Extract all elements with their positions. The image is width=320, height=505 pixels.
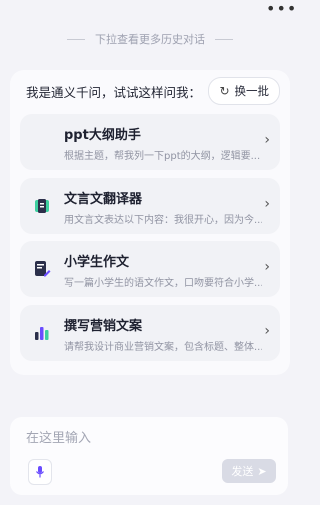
send-button[interactable]: 发送 ➤ bbox=[222, 459, 276, 483]
prompt-desc: 请帮我设计商业营销文案，包含标题、整体... bbox=[64, 342, 262, 353]
chat-input[interactable]: 在这里输入 bbox=[26, 427, 91, 446]
paper-plane-icon: ➤ bbox=[257, 464, 267, 478]
chevron-right-icon: › bbox=[264, 259, 270, 275]
divider-right bbox=[215, 38, 233, 40]
refresh-label: 换一批 bbox=[234, 84, 270, 98]
history-hint-text: 下拉查看更多历史对话 bbox=[95, 33, 205, 46]
chevron-right-icon: › bbox=[264, 196, 270, 212]
prompt-desc: 根据主题，帮我列一下ppt的大纲，逻辑要... bbox=[64, 151, 261, 162]
prompt-item-marketing-copy[interactable]: 撰写营销文案 请帮我设计商业营销文案，包含标题、整体... › bbox=[20, 305, 280, 361]
chevron-right-icon: › bbox=[264, 132, 270, 148]
intro-text: 我是通义千问，试试这样问我： bbox=[26, 85, 202, 100]
prompt-title: 撰写营销文案 bbox=[64, 319, 143, 334]
essay-icon bbox=[32, 259, 52, 279]
send-label: 发送 bbox=[231, 465, 254, 478]
more-dots-icon[interactable]: ••• bbox=[266, 1, 296, 17]
microphone-button[interactable] bbox=[28, 459, 52, 485]
prompt-item-classical-translator[interactable]: 文言文翻译器 用文言文表达以下内容：我很开心，因为今... › bbox=[20, 178, 280, 234]
prompt-desc: 用文言文表达以下内容：我很开心，因为今... bbox=[64, 215, 262, 226]
prompt-title: 小学生作文 bbox=[64, 255, 130, 270]
prompt-item-essay[interactable]: 小学生作文 写一篇小学生的语文作文，口吻要符合小学... › bbox=[20, 241, 280, 297]
refresh-button[interactable]: ↻ 换一批 bbox=[208, 77, 280, 105]
divider-left bbox=[67, 38, 85, 40]
history-hint[interactable]: 下拉查看更多历史对话 bbox=[0, 31, 300, 47]
prompt-item-ppt[interactable]: ppt大纲助手 根据主题，帮我列一下ppt的大纲，逻辑要... › bbox=[20, 114, 280, 170]
book-icon bbox=[32, 196, 52, 216]
bar-chart-icon bbox=[32, 323, 52, 343]
chevron-right-icon: › bbox=[264, 323, 270, 339]
chat-input-area[interactable]: 在这里输入 发送 ➤ bbox=[10, 417, 288, 495]
prompt-title: ppt大纲助手 bbox=[64, 128, 141, 143]
prompt-title: 文言文翻译器 bbox=[64, 192, 143, 207]
microphone-icon bbox=[36, 466, 44, 478]
refresh-icon: ↻ bbox=[219, 84, 230, 98]
prompt-desc: 写一篇小学生的语文作文，口吻要符合小学... bbox=[64, 278, 262, 289]
